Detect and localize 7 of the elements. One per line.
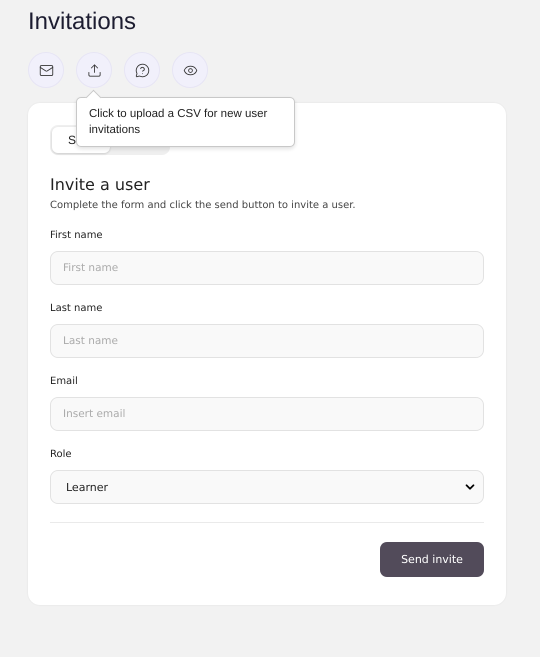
form-title: Invite a user [50,175,151,194]
field-label: Last name [50,303,104,314]
field-label: First name [50,230,104,241]
field-label: Role [50,449,73,460]
page-title: Invitations [28,7,138,37]
field-label: Email [50,376,79,387]
form-description: Complete the form and click the send button to invite a user. [50,200,357,211]
